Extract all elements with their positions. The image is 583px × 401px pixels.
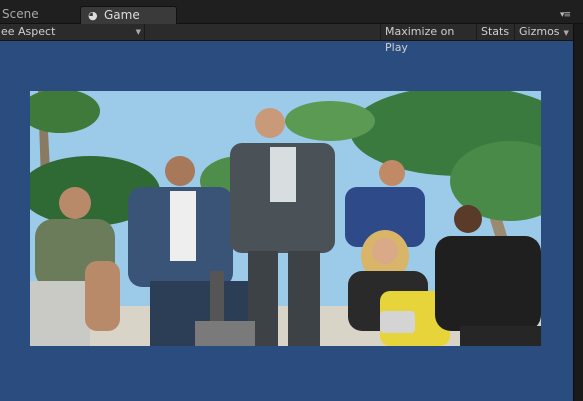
tab-bar: Scene ◕ Game ▾≡ <box>0 0 583 24</box>
chevron-down-icon: ▼ <box>135 28 141 36</box>
maximize-on-play-button[interactable]: Maximize on Play <box>380 24 476 54</box>
gizmos-label: Gizmos <box>519 25 560 38</box>
stats-button[interactable]: Stats <box>476 24 514 40</box>
aspect-label: ee Aspect <box>1 25 56 38</box>
window-edge <box>573 24 583 401</box>
game-view-image <box>30 91 541 346</box>
tab-game[interactable]: ◕ Game <box>80 6 177 24</box>
tab-scene[interactable]: Scene <box>0 6 78 24</box>
gizmos-dropdown[interactable]: Gizmos ▼ <box>514 24 574 40</box>
tab-game-label: Game <box>104 8 140 22</box>
chevron-down-icon: ▼ <box>563 29 569 37</box>
group-photo <box>30 91 541 346</box>
game-controller-icon: ◕ <box>88 9 98 22</box>
tab-scene-label: Scene <box>2 7 39 21</box>
aspect-dropdown[interactable]: ee Aspect ▼ <box>0 24 145 40</box>
game-toolbar: ee Aspect ▼ Maximize on Play Stats Gizmo… <box>0 24 583 54</box>
panel-menu-icon[interactable]: ▾≡ <box>560 10 571 20</box>
